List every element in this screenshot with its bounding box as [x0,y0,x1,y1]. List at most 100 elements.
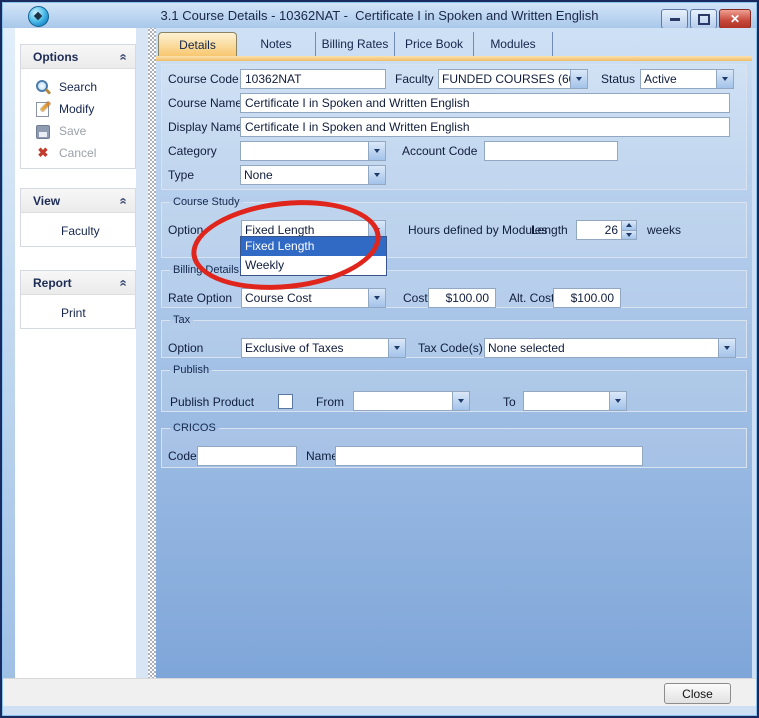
rate-option-label: Rate Option [168,288,232,308]
course-study-legend: Course Study [170,196,243,208]
sidebar-item-save: Save [21,120,135,142]
chevron-down-icon[interactable] [368,142,385,160]
chevron-down-icon[interactable] [452,392,469,410]
tax-codes-label: Tax Code(s) [418,338,483,358]
report-panel-title: Report [33,276,72,290]
course-code-label: Course Code [168,69,239,89]
status-label: Status [601,69,635,89]
length-label: Length [531,220,568,240]
cost-input[interactable] [428,288,496,308]
length-stepper[interactable] [576,220,637,240]
hours-note-label: Hours defined by Modules [408,220,547,240]
view-panel-title: View [33,194,60,208]
cost-label: Cost [403,288,428,308]
option-fixed-length[interactable]: Fixed Length [241,237,386,256]
spin-up-icon[interactable] [622,221,636,231]
close-icon: ✕ [730,13,740,25]
billing-details-legend: Billing Details [170,264,242,276]
sidebar: Options « Search Modify Save ✖ C [2,28,148,678]
chevron-down-icon[interactable] [388,339,405,357]
publish-from-label: From [316,392,344,412]
main-content: Details Notes Billing Rates Price Book M… [156,28,752,678]
account-code-input[interactable] [484,141,618,161]
spin-down-icon[interactable] [622,231,636,240]
close-button[interactable]: Close [664,683,731,704]
alt-cost-input[interactable] [553,288,621,308]
sidebar-splitter[interactable] [148,28,156,678]
options-panel: Options « Search Modify Save ✖ C [20,44,136,169]
tab-details[interactable]: Details [158,32,237,56]
collapse-chevron-icon: « [118,279,128,286]
tax-group: Tax Option Exclusive of Taxes Tax Code(s… [161,314,747,358]
tax-legend: Tax [170,314,193,326]
course-details-window: 3.1 Course Details - 10362NAT - Certific… [0,0,759,718]
options-panel-header[interactable]: Options « [21,45,135,69]
display-name-input[interactable] [240,117,730,137]
course-code-input[interactable] [240,69,386,89]
tab-notes[interactable]: Notes [237,32,316,56]
publish-to-label: To [503,392,516,412]
status-dropdown[interactable]: Active [640,69,734,89]
course-name-input[interactable] [240,93,730,113]
sidebar-item-print[interactable]: Print [21,302,135,324]
close-window-button[interactable]: ✕ [719,9,751,29]
sidebar-item-modify[interactable]: Modify [21,98,135,120]
publish-to-dropdown[interactable] [523,391,627,411]
chevron-down-icon[interactable] [718,339,735,357]
sidebar-item-faculty[interactable]: Faculty [21,220,135,242]
publish-group: Publish Publish Product From To [161,364,747,412]
tab-modules[interactable]: Modules [474,32,553,56]
course-study-option-label: Option [168,220,203,240]
tax-option-label: Option [168,338,203,358]
tax-codes-dropdown[interactable]: None selected [484,338,736,358]
display-name-label: Display Name [168,117,243,137]
chevron-down-icon[interactable] [716,70,733,88]
chevron-down-icon[interactable] [368,166,385,184]
report-panel: Report « Print [20,270,136,329]
rate-option-dropdown[interactable]: Course Cost [241,288,386,308]
sidebar-right-strip [136,28,148,678]
tab-billing-rates[interactable]: Billing Rates [316,32,395,56]
sidebar-item-cancel: ✖ Cancel [21,142,135,164]
faculty-dropdown[interactable]: FUNDED COURSES (6003) [438,69,588,89]
category-dropdown[interactable] [240,141,386,161]
minimize-button[interactable] [661,9,688,29]
collapse-chevron-icon: « [118,53,128,60]
course-name-label: Course Name [168,93,242,113]
faculty-label: Faculty [395,69,434,89]
options-panel-title: Options [33,50,78,64]
cricos-code-input[interactable] [197,446,297,466]
tab-underline-band [156,56,752,61]
publish-product-checkbox[interactable] [278,394,293,409]
option-weekly[interactable]: Weekly [241,256,386,275]
sidebar-item-search[interactable]: Search [21,76,135,98]
view-panel-header[interactable]: View « [21,189,135,213]
chevron-down-icon[interactable] [368,289,385,307]
modify-icon [35,101,51,117]
cricos-legend: CRICOS [170,422,219,434]
length-input[interactable] [577,221,621,239]
restore-icon [698,14,710,25]
cancel-icon: ✖ [35,145,51,161]
account-code-label: Account Code [402,141,477,161]
tab-price-book[interactable]: Price Book [395,32,474,56]
report-panel-header[interactable]: Report « [21,271,135,295]
alt-cost-label: Alt. Cost [509,288,554,308]
chevron-down-icon[interactable] [570,70,587,88]
cricos-code-label: Code [168,446,197,466]
chevron-down-icon[interactable] [609,392,626,410]
weeks-label: weeks [647,220,681,240]
publish-from-dropdown[interactable] [353,391,470,411]
publish-legend: Publish [170,364,212,376]
footer-bar: Close [2,678,757,706]
type-dropdown[interactable]: None [240,165,386,185]
app-globe-icon [28,6,49,27]
collapse-chevron-icon: « [118,197,128,204]
sidebar-left-strip [2,28,15,678]
cricos-name-input[interactable] [335,446,643,466]
minimize-icon [670,18,680,21]
publish-product-label: Publish Product [170,392,254,412]
restore-button[interactable] [690,9,717,29]
tax-option-dropdown[interactable]: Exclusive of Taxes [241,338,406,358]
titlebar: 3.1 Course Details - 10362NAT - Certific… [2,2,757,28]
